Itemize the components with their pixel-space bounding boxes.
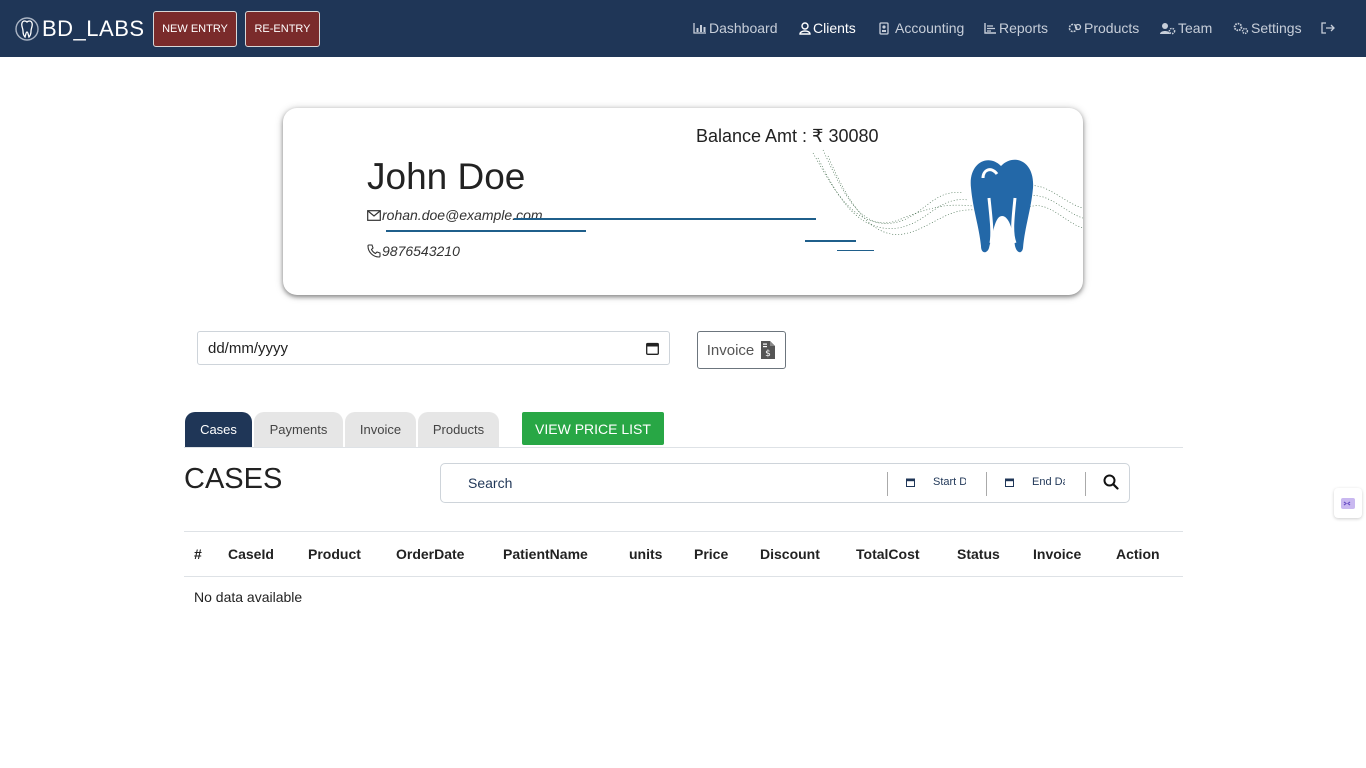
user-icon	[799, 21, 811, 35]
divider	[887, 472, 888, 496]
nav-dashboard-label: Dashboard	[709, 20, 778, 36]
calendar-icon[interactable]	[646, 342, 659, 355]
col-patient-name: PatientName	[503, 546, 588, 562]
dashboard-icon	[693, 23, 706, 34]
col-number: #	[194, 546, 202, 562]
search-input[interactable]: Search	[468, 475, 512, 491]
balance-amount: Balance Amt : ₹ 30080	[696, 126, 879, 146]
search-bar: Search Start Date End Date	[440, 463, 1130, 503]
tab-payments[interactable]: Payments	[254, 412, 343, 447]
tab-products[interactable]: Products	[418, 412, 499, 447]
brand[interactable]: BD_LABS	[14, 14, 145, 44]
tooth-wave-illustration	[812, 149, 1083, 253]
brand-name: BD_LABS	[42, 16, 145, 41]
new-entry-button[interactable]: NEW ENTRY	[153, 11, 237, 47]
col-invoice: Invoice	[1033, 546, 1082, 562]
client-phone-text: 9876543210	[382, 243, 460, 259]
id-badge-icon	[879, 21, 889, 35]
divider	[1085, 472, 1086, 496]
client-phone: 9876543210	[367, 243, 460, 259]
col-action: Action	[1116, 546, 1160, 562]
nav-accounting-label: Accounting	[895, 20, 965, 36]
floating-widget-button[interactable]	[1334, 488, 1362, 518]
start-date-field[interactable]: Start Date	[906, 476, 966, 488]
nav-products[interactable]: Products	[1068, 19, 1139, 37]
end-date-field[interactable]: End Date	[1005, 476, 1065, 488]
client-email: rohan.doe@example.com	[367, 207, 543, 223]
search-icon	[1103, 474, 1119, 490]
cases-table: # CaseId Product OrderDate PatientName u…	[184, 531, 1183, 605]
nav-clients[interactable]: Clients	[799, 19, 856, 37]
nav-team[interactable]: Team	[1160, 19, 1212, 37]
search-button[interactable]	[1103, 474, 1119, 495]
empty-table-message: No data available	[194, 589, 303, 605]
logout-icon	[1321, 22, 1335, 34]
nav-reports[interactable]: Reports	[984, 19, 1048, 37]
decor-line	[514, 218, 816, 220]
nav-settings[interactable]: Settings	[1233, 19, 1302, 37]
nav-settings-label: Settings	[1251, 20, 1302, 36]
top-navbar: BD_LABS NEW ENTRY RE-ENTRY Dashboard Cli…	[0, 0, 1366, 57]
nav-accounting[interactable]: Accounting	[878, 19, 964, 37]
date-input[interactable]: dd/mm/yyyy	[197, 331, 670, 365]
nav-team-label: Team	[1178, 20, 1213, 36]
col-units: units	[629, 546, 663, 562]
nav-clients-label: Clients	[813, 20, 856, 36]
nav-products-label: Products	[1084, 20, 1140, 36]
col-total-cost: TotalCost	[856, 546, 920, 562]
section-title: CASES	[184, 463, 283, 495]
client-name: John Doe	[367, 156, 526, 197]
widget-icon	[1341, 498, 1355, 509]
team-user-gear-icon	[1160, 22, 1176, 34]
start-date-placeholder: Start Date	[933, 476, 966, 488]
tab-divider	[184, 447, 1183, 448]
date-input-value: dd/mm/yyyy	[208, 339, 289, 357]
client-email-text: rohan.doe@example.com	[382, 207, 543, 223]
settings-gears-icon	[1233, 22, 1249, 34]
svg-text:$: $	[765, 349, 771, 359]
invoice-button[interactable]: Invoice $	[697, 331, 786, 369]
nav-dashboard[interactable]: Dashboard	[693, 19, 778, 37]
view-price-list-button[interactable]: VIEW PRICE LIST	[522, 412, 664, 445]
envelope-icon	[367, 209, 381, 221]
re-entry-button[interactable]: RE-ENTRY	[245, 11, 320, 47]
tooth-logo-icon	[15, 17, 39, 41]
end-date-placeholder: End Date	[1032, 476, 1065, 488]
reports-chart-icon	[984, 23, 996, 34]
nav-reports-label: Reports	[999, 20, 1049, 36]
col-product: Product	[308, 546, 361, 562]
col-discount: Discount	[760, 546, 820, 562]
decor-line	[386, 230, 586, 232]
col-order-date: OrderDate	[396, 546, 465, 562]
logout-button[interactable]	[1321, 19, 1337, 37]
col-case-id: CaseId	[228, 546, 274, 562]
col-price: Price	[694, 546, 729, 562]
table-header: # CaseId Product OrderDate PatientName u…	[184, 531, 1183, 577]
calendar-icon	[1005, 478, 1014, 487]
products-cog-icon	[1068, 23, 1082, 33]
client-profile-card: Balance Amt : ₹ 30080 John Doe rohan.doe…	[283, 108, 1083, 295]
phone-icon	[367, 244, 381, 258]
tab-invoice[interactable]: Invoice	[345, 412, 416, 447]
invoice-button-label: Invoice	[706, 341, 755, 359]
divider	[986, 472, 987, 496]
tab-cases[interactable]: Cases	[185, 412, 252, 447]
calendar-icon	[906, 478, 915, 487]
file-invoice-dollar-icon: $	[761, 341, 776, 359]
col-status: Status	[957, 546, 1000, 562]
